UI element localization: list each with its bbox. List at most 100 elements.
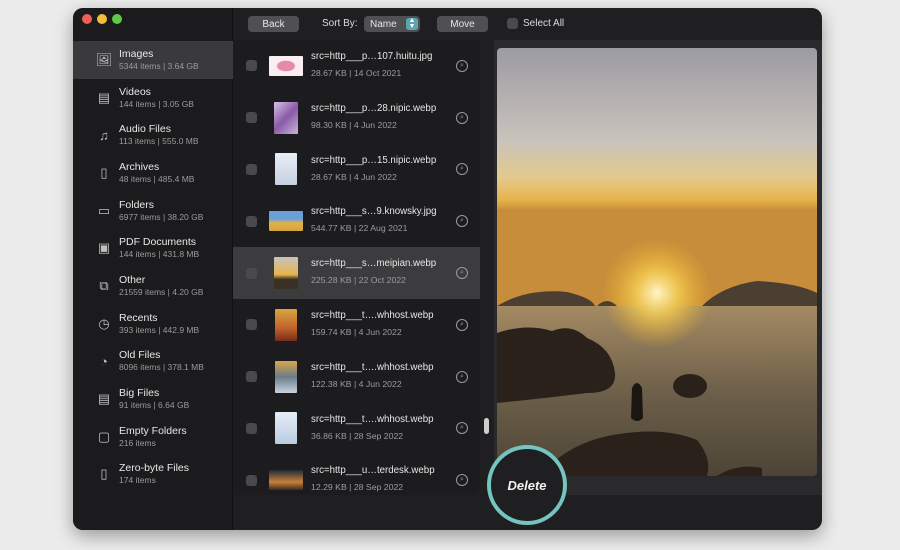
sidebar-item-text: Folders 6977 items | 38.20 GB [119,199,203,223]
thumbnail-image [269,211,303,232]
preview-magnifier-icon[interactable]: ⌕ [456,474,468,487]
file-name: src=http___t….whhost.webp [311,413,434,425]
checkbox-box[interactable] [507,18,518,29]
file-thumbnail [269,51,303,81]
preview-magnifier-icon[interactable]: ⌕ [456,215,468,228]
file-row[interactable]: src=http___u…terdesk.webp 12.29 KB | 28 … [233,454,480,495]
file-checkbox[interactable] [246,371,257,383]
sidebar-item-label: Other [119,273,146,286]
preview-magnifier-icon[interactable]: ⌕ [456,370,468,383]
sort-by-label: Sort By: [322,18,358,29]
sidebar-item-text: Big Files 91 items | 6.64 GB [119,387,189,411]
window-controls [82,14,122,24]
file-thumbnail [269,206,303,236]
preview-magnifier-icon[interactable]: ⌕ [456,318,468,331]
close-window-button[interactable] [82,14,92,24]
file-meta: 544.77 KB | 22 Aug 2021 [311,223,408,234]
preview-rock-right [673,374,707,398]
sidebar-item-stats: 91 items | 6.64 GB [119,400,190,411]
file-row[interactable]: src=http___t….whhost.webp 159.74 KB | 4 … [233,299,480,351]
preview-magnifier-icon[interactable]: ⌕ [456,267,468,280]
sidebar-item-stats: 6977 items | 38.20 GB [119,211,204,222]
sidebar-item-text: Archives 48 items | 485.4 MB [119,161,194,185]
sidebar: 🖼 Images 5344 items | 3.64 GB ▤ Videos 1… [73,8,233,530]
delete-button[interactable]: Delete [487,445,567,525]
file-row[interactable]: src=http___t….whhost.webp 122.38 KB | 4 … [233,351,480,403]
preview-magnifier-icon[interactable]: ⌕ [456,59,468,72]
file-row[interactable]: src=http___s…9.knowsky.jpg 544.77 KB | 2… [233,195,480,247]
thumbnail-image [275,308,297,341]
file-name: src=http___p…28.nipic.webp [311,102,437,114]
thumbnail-image [275,153,297,186]
file-row[interactable]: src=http___p…28.nipic.webp 98.30 KB | 4 … [233,92,480,144]
preview-magnifier-icon[interactable]: ⌕ [456,163,468,176]
file-checkbox[interactable] [246,422,257,434]
sidebar-item-other[interactable]: ⧉ Other 21559 items | 4.20 GB [73,267,233,305]
sidebar-item-label: Archives [119,160,160,173]
preview-magnifier-icon[interactable]: ⌕ [456,111,468,124]
file-checkbox[interactable] [246,112,257,124]
sidebar-item-label: PDF Documents [119,236,197,249]
file-meta: 28.67 KB | 4 Jun 2022 [311,171,397,182]
sidebar-item-stats: 48 items | 485.4 MB [119,173,195,184]
sidebar-item-stats: 393 items | 442.9 MB [119,324,200,335]
file-name: src=http___u…terdesk.webp [311,465,435,477]
file-checkbox[interactable] [246,215,257,227]
sidebar-item-stats: 113 items | 555.0 MB [119,136,199,147]
file-row[interactable]: src=http___p…15.nipic.webp 28.67 KB | 4 … [233,144,480,196]
select-all-label: Select All [523,18,565,29]
sidebar-item-stats: 174 items [119,475,156,486]
sidebar-item-big-files[interactable]: ▤ Big Files 91 items | 6.64 GB [73,380,233,418]
sidebar-item-audio-files[interactable]: ♫ Audio Files 113 items | 555.0 MB [73,116,233,154]
file-checkbox[interactable] [246,319,257,331]
select-all-checkbox[interactable]: Select All [507,18,564,29]
sidebar-item-folders[interactable]: ▭ Folders 6977 items | 38.20 GB [73,192,233,230]
thumbnail-image [274,101,298,134]
file-meta: 159.74 KB | 4 Jun 2022 [311,326,402,337]
file-thumbnail [269,412,303,445]
sort-by-value: Name [370,18,397,30]
file-checkbox[interactable] [246,60,257,72]
archive-icon: ▯ [100,164,108,180]
file-row[interactable]: src=http___p…107.huitu.jpg 28.67 KB | 14… [233,40,480,92]
sidebar-item-old-files[interactable]: ◔ Old Files 8096 items | 378.1 MB [73,343,233,381]
file-meta: 98.30 KB | 4 Jun 2022 [311,119,397,130]
sidebar-item-videos[interactable]: ▤ Videos 144 items | 3.05 GB [73,79,233,117]
sidebar-item-text: Audio Files 113 items | 555.0 MB [119,123,199,147]
sidebar-item-stats: 144 items | 431.8 MB [119,249,200,260]
other-files-icon: ⧉ [99,277,109,293]
file-row[interactable]: src=http___s…meipian.webp 225.28 KB | 22… [233,247,480,299]
file-checkbox[interactable] [246,163,257,175]
move-button[interactable]: Move [437,16,488,32]
file-checkbox[interactable] [246,474,257,486]
preview-magnifier-icon[interactable]: ⌕ [456,422,468,435]
videos-icon: ▤ [97,89,111,105]
sidebar-item-recents[interactable]: ◷ Recents 393 items | 442.9 MB [73,305,233,343]
folder-icon: ▭ [97,202,111,218]
sidebar-item-label: Folders [119,198,155,211]
file-list: src=http___p…107.huitu.jpg 28.67 KB | 14… [233,40,480,495]
sort-by-select[interactable]: Name ▲ ▼ [364,16,420,32]
history-icon: ◔ [100,353,108,369]
back-button[interactable]: Back [248,16,299,32]
empty-folder-icon: ▢ [97,428,111,444]
minimize-window-button[interactable] [97,14,107,24]
sidebar-item-empty-folders[interactable]: ▢ Empty Folders 216 items [73,418,233,456]
sidebar-item-pdf-documents[interactable]: ▣ PDF Documents 144 items | 431.8 MB [73,229,233,267]
sidebar-item-archives[interactable]: ▯ Archives 48 items | 485.4 MB [73,154,233,192]
document-icon: ▤ [97,391,111,407]
toolbar: Back Sort By: Name ▲ ▼ Move Select All [233,8,822,40]
file-meta: 28.67 KB | 14 Oct 2021 [311,68,402,78]
file-checkbox[interactable] [246,267,257,279]
zoom-window-button[interactable] [112,14,122,24]
file-row[interactable]: src=http___t….whhost.webp 36.86 KB | 28 … [233,403,480,455]
sidebar-item-text: PDF Documents 144 items | 431.8 MB [119,236,199,260]
scrollbar-thumb[interactable] [484,418,489,434]
blank-file-icon: ▯ [100,466,108,482]
file-name: src=http___p…15.nipic.webp [311,154,437,166]
file-meta: 225.28 KB | 22 Oct 2022 [311,275,406,286]
file-name: src=http___p…107.huitu.jpg [311,51,433,62]
sidebar-item-zero-byte-files[interactable]: ▯ Zero-byte Files 174 items [73,456,233,494]
sidebar-item-text: Videos 144 items | 3.05 GB [119,86,194,110]
sidebar-item-images[interactable]: 🖼 Images 5344 items | 3.64 GB [73,41,233,79]
